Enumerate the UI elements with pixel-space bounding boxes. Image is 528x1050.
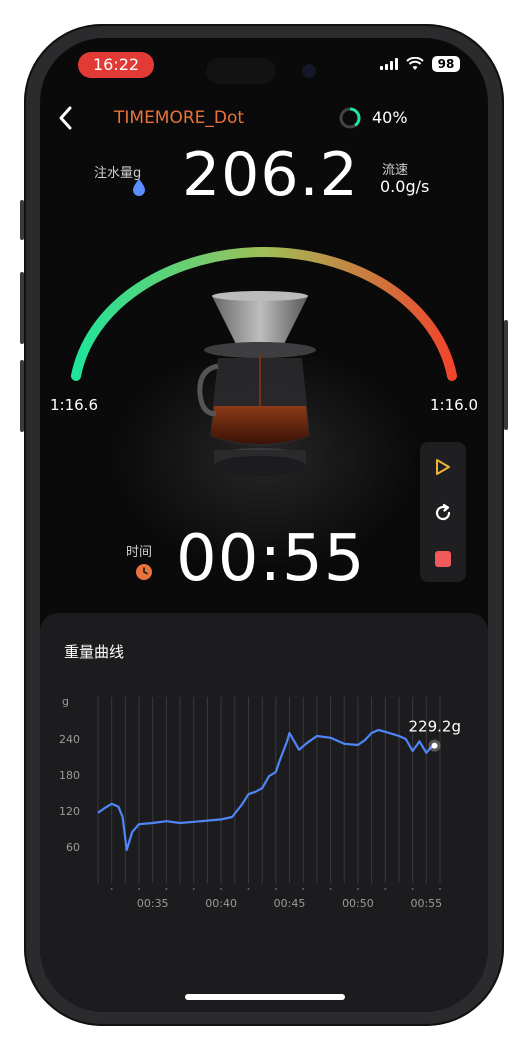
axis-dot [384,888,387,890]
reset-button[interactable] [420,490,466,536]
flow-rate-value: 0.0g/s [380,177,430,196]
device-name: TIMEMORE_Dot [114,108,245,128]
weight-curve-chart: g 60 120 180 240 00:35 00:40 00:45 00:50 00:55 229… [59,695,461,910]
axis-dot [356,888,359,890]
play-button[interactable] [420,444,466,490]
clock-icon [136,564,152,580]
water-amount-value: 206.2 [182,140,359,210]
axis-dot [411,888,414,890]
axis-dot [439,888,441,890]
camera-icon [302,64,316,78]
status-time: 16:22 [78,52,154,78]
reset-icon [435,503,451,521]
weight-curve-card: 重量曲线 g 60 120 180 240 00:35 00:40 00:45 00:50 00:… [40,613,488,1012]
volume-up-button [20,272,24,344]
header-bar: TIMEMORE_Dot 40% [40,100,488,136]
stop-button[interactable] [420,536,466,582]
axis-dot [302,888,305,890]
wifi-icon [406,57,424,70]
ratio-right-label: 1:16.0 [430,396,478,414]
axis-dot [165,888,168,890]
axis-dot [138,888,141,890]
y-tick-label: 60 [66,841,80,854]
x-tick-label: 00:40 [205,897,237,910]
flow-rate-label: 流速 [382,163,409,178]
axis-dot [329,888,332,890]
x-tick-label: 00:35 [137,897,169,910]
stop-icon [435,551,451,567]
battery-indicator: 98 [432,56,460,72]
ratio-left-label: 1:16.6 [50,396,98,414]
water-drop-icon [133,179,145,196]
device-battery-percent: 40% [372,108,408,127]
y-tick-label: 120 [59,805,80,818]
axis-dot [274,888,277,890]
timer-label: 时间 [126,545,153,560]
axis-dot [192,888,195,890]
y-unit-label: g [62,695,69,708]
weight-curve-title: 重量曲线 [64,643,125,661]
volume-down-button [20,360,24,432]
signal-icon [380,58,398,70]
dynamic-island [206,58,276,84]
end-value-label: 229.2g [409,718,461,736]
back-arrow-icon[interactable] [52,100,82,136]
x-tick-label: 00:55 [410,897,442,910]
timer-value: 00:55 [176,522,366,596]
weight-series-line [97,728,436,852]
app-screen: 16:22 98 TIMEMORE_Dot 40% 注水量g 206.2 流速 … [40,38,488,1012]
axis-dot [110,888,113,890]
y-tick-label: 180 [59,769,80,782]
status-icons: 98 [380,56,460,72]
control-panel [420,442,466,582]
x-tick-label: 00:50 [342,897,374,910]
x-tick-label: 00:45 [274,897,306,910]
axis-dot [220,888,223,890]
power-button [504,320,508,430]
y-tick-label: 240 [59,733,80,746]
play-icon [436,459,450,475]
device-battery-ring-icon [339,107,361,129]
axis-dot [247,888,250,890]
home-indicator[interactable] [185,994,345,1000]
mute-switch [20,200,24,240]
coffee-dripper-illustration [197,291,316,476]
end-point-marker [431,742,438,749]
